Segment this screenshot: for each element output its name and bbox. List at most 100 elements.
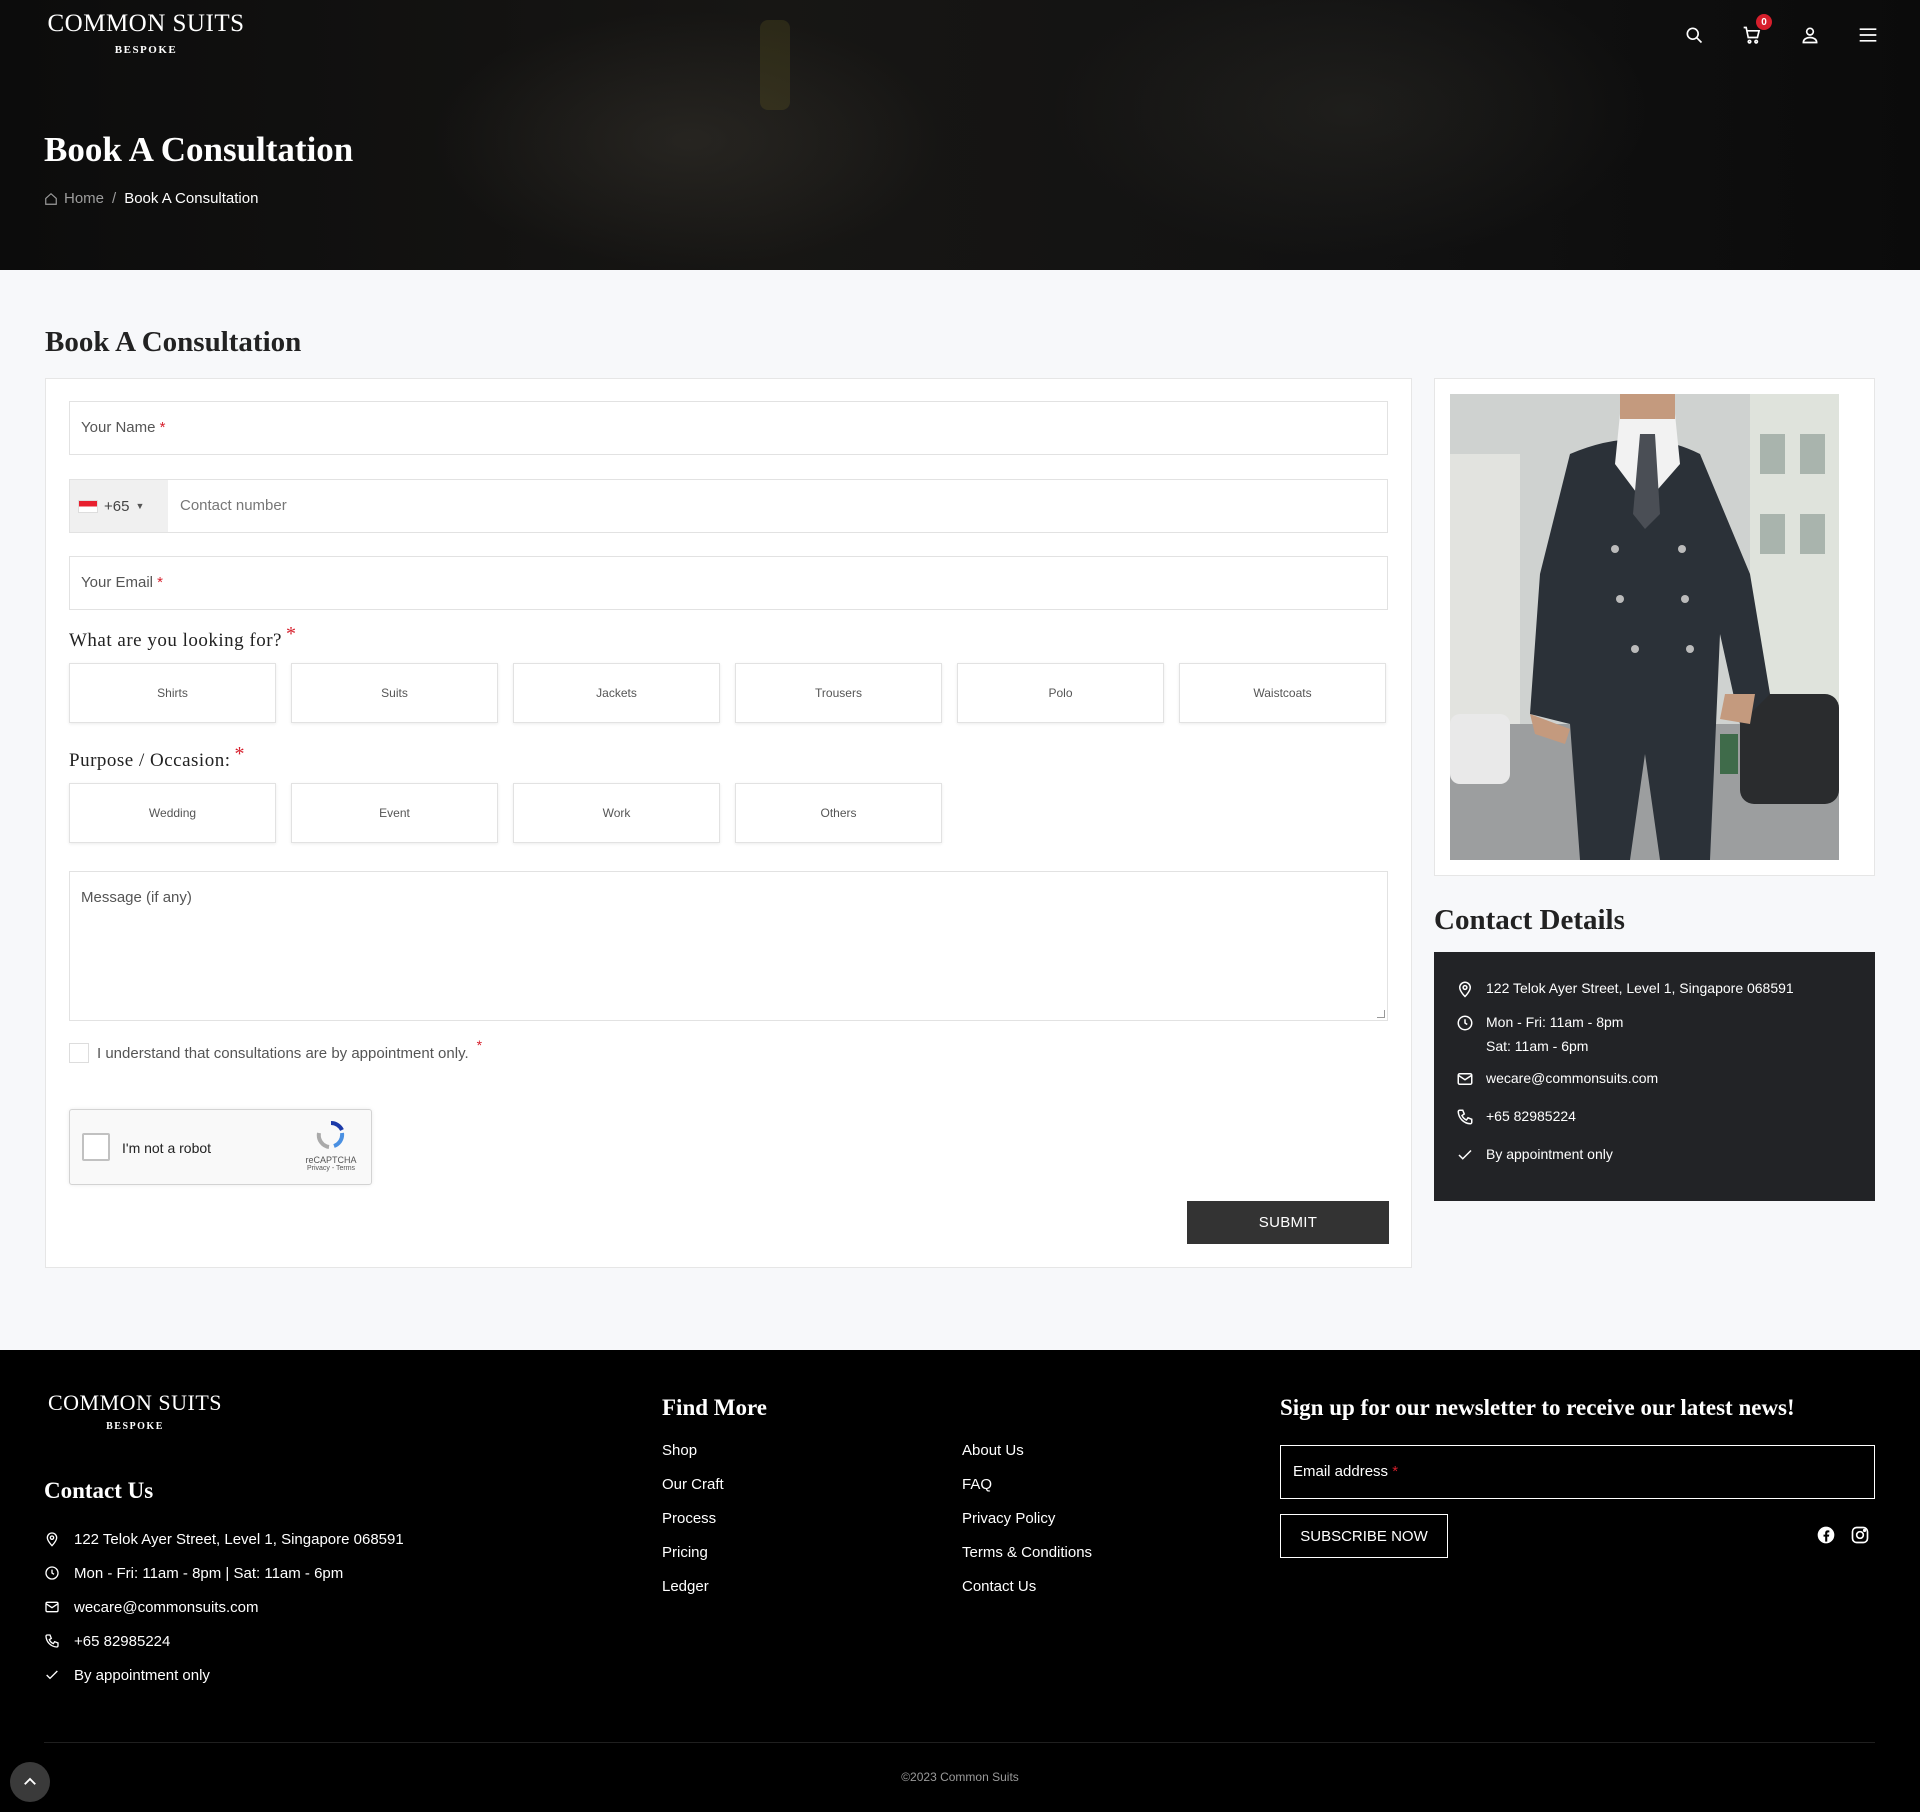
option-waistcoats[interactable]: Waistcoats [1179,663,1386,723]
mail-icon [1457,1073,1473,1085]
phone-icon [45,1634,59,1648]
copyright: ©2023 Common Suits [901,1770,1019,1784]
search-icon[interactable] [1682,22,1706,48]
footer-hours: Mon - Fri: 11am - 8pm | Sat: 11am - 6pm [44,1556,404,1590]
option-jackets[interactable]: Jackets [513,663,720,723]
chevron-up-icon [24,1777,36,1785]
footer-logo[interactable]: COMMON SUITS BESPOKE [44,1390,226,1432]
looking-for-options: Shirts Suits Jackets Trousers Polo Waist… [69,663,1386,723]
location-pin-icon [1458,981,1472,998]
breadcrumb-current: Book A Consultation [124,190,259,207]
site-footer: COMMON SUITS BESPOKE Contact Us 122 Telo… [0,1350,1920,1812]
footer-link-faq[interactable]: FAQ [962,1476,1092,1510]
footer-link-process[interactable]: Process [662,1510,724,1544]
contact-hours-weekday: Mon - Fri: 11am - 8pm [1486,1014,1624,1030]
footer-hours-text: Mon - Fri: 11am - 8pm | Sat: 11am - 6pm [74,1564,344,1582]
footer-email[interactable]: wecare@commonsuits.com [44,1590,404,1624]
contact-note-text: By appointment only [1486,1146,1613,1162]
contact-number-input[interactable]: Contact number [180,497,287,514]
consent-row: I understand that consultations are by a… [69,1037,482,1063]
menu-icon[interactable] [1856,22,1880,48]
footer-note: By appointment only [44,1658,404,1692]
subscribe-button[interactable]: SUBSCRIBE NOW [1280,1514,1448,1558]
instagram-icon[interactable] [1850,1525,1870,1545]
footer-link-pricing[interactable]: Pricing [662,1544,724,1578]
hero-background-shape [1050,0,1650,260]
home-icon [45,192,57,205]
submit-button[interactable]: SUBMIT [1187,1201,1389,1244]
footer-link-contact-us[interactable]: Contact Us [962,1578,1092,1612]
option-event[interactable]: Event [291,783,498,843]
contact-phone-text: +65 82985224 [1486,1108,1576,1124]
footer-link-terms[interactable]: Terms & Conditions [962,1544,1092,1578]
newsletter-email-label: Email address * [1293,1463,1398,1480]
recaptcha-terms[interactable]: Privacy - Terms [301,1165,361,1172]
logo-name: COMMON SUITS [47,10,245,37]
breadcrumb-separator: / [112,190,117,207]
country-code-select[interactable]: +65 ▼ [70,480,168,532]
phone-icon [1457,1109,1473,1125]
message-placeholder: Message (if any) [81,889,192,906]
scroll-to-top-button[interactable] [10,1762,50,1802]
consent-text: I understand that consultations are by a… [97,1044,469,1062]
required-mark: * [476,1037,483,1053]
required-mark: * [159,419,166,436]
phone-field: +65 ▼ Contact number [69,479,1388,533]
suit-photo-card [1434,378,1875,876]
option-wedding[interactable]: Wedding [69,783,276,843]
page-title: Book A Consultation [44,130,354,169]
option-polo[interactable]: Polo [957,663,1164,723]
contact-details-title: Contact Details [1434,904,1625,936]
name-label-text: Your Name [81,419,156,436]
social-links [1816,1525,1870,1545]
location-pin-icon [46,1532,58,1547]
recaptcha-widget: I'm not a robot reCAPTCHA Privacy - Term… [69,1109,372,1185]
facebook-icon[interactable] [1816,1525,1836,1545]
consent-checkbox[interactable] [69,1043,89,1063]
footer-link-privacy-policy[interactable]: Privacy Policy [962,1510,1092,1544]
clock-icon [45,1566,59,1580]
looking-for-label: What are you looking for? * [69,623,296,652]
option-trousers[interactable]: Trousers [735,663,942,723]
footer-logo-name: COMMON SUITS [47,1390,223,1415]
message-textarea[interactable]: Message (if any) [69,871,1388,1021]
user-icon[interactable] [1798,22,1822,48]
footer-link-about-us[interactable]: About Us [962,1442,1092,1476]
hero-background-shape [430,10,950,270]
option-suits[interactable]: Suits [291,663,498,723]
option-shirts[interactable]: Shirts [69,663,276,723]
site-logo[interactable]: COMMON SUITS BESPOKE [44,10,248,56]
option-work[interactable]: Work [513,783,720,843]
footer-phone[interactable]: +65 82985224 [44,1624,404,1658]
email-label-text: Your Email [81,574,153,591]
email-field[interactable]: Your Email * [69,556,1388,610]
clock-icon [1457,1015,1473,1031]
hero-banner: COMMON SUITS BESPOKE 0 Book A Consultati… [0,0,1920,270]
contact-email-text: wecare@commonsuits.com [1486,1070,1659,1086]
footer-contact-list: 122 Telok Ayer Street, Level 1, Singapor… [44,1522,404,1692]
cart-icon[interactable]: 0 [1740,14,1772,48]
contact-hours: Mon - Fri: 11am - 8pm Sat: 11am - 6pm [1456,1010,1853,1058]
breadcrumb-home[interactable]: Home [44,190,104,207]
recaptcha-checkbox[interactable] [82,1133,110,1161]
name-field[interactable]: Your Name * [69,401,1388,455]
required-mark: * [1392,1463,1399,1480]
cart-count-badge: 0 [1756,14,1772,30]
country-code: +65 [104,497,130,515]
purpose-options: Wedding Event Work Others [69,783,942,843]
footer-link-shop[interactable]: Shop [662,1442,724,1476]
newsletter-email-text: Email address [1293,1463,1389,1480]
newsletter-email-input[interactable]: Email address * [1280,1445,1875,1499]
footer-link-ledger[interactable]: Ledger [662,1578,724,1612]
footer-link-our-craft[interactable]: Our Craft [662,1476,724,1510]
resize-handle[interactable] [1377,1010,1385,1018]
mail-icon [45,1601,59,1613]
contact-note: By appointment only [1456,1142,1853,1166]
checkmark-icon [1458,1149,1472,1160]
contact-address: 122 Telok Ayer Street, Level 1, Singapor… [1456,976,1853,1000]
footer-divider [44,1742,1875,1743]
purpose-label: Purpose / Occasion: * [69,743,245,772]
contact-phone[interactable]: +65 82985224 [1456,1104,1853,1128]
option-others[interactable]: Others [735,783,942,843]
contact-email[interactable]: wecare@commonsuits.com [1456,1066,1853,1090]
